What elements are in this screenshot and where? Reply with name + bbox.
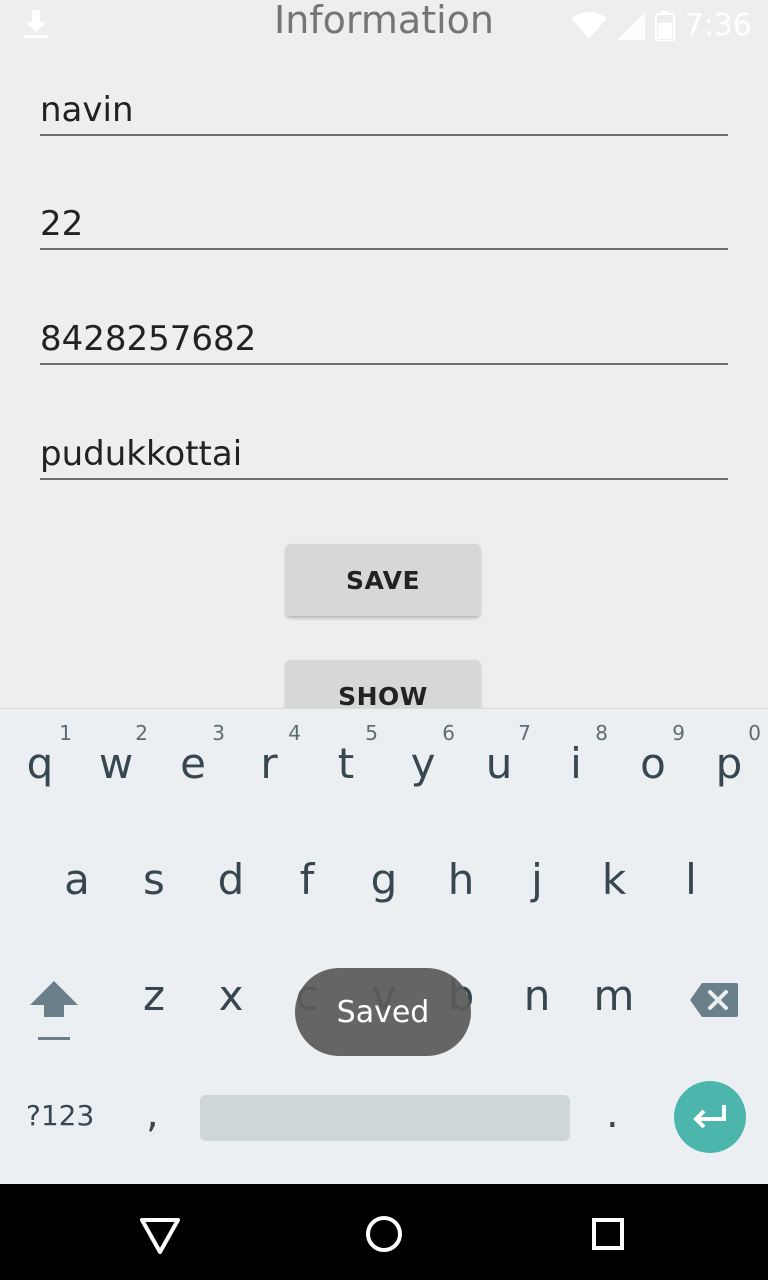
key-a[interactable]: a bbox=[39, 825, 115, 925]
key-w[interactable]: 2w bbox=[78, 709, 154, 809]
signal-icon bbox=[616, 11, 645, 40]
key-y[interactable]: 6y bbox=[385, 709, 461, 809]
backspace-icon[interactable] bbox=[688, 981, 740, 1019]
key-m[interactable]: m bbox=[576, 941, 652, 1041]
recents-icon[interactable] bbox=[586, 1212, 630, 1256]
soft-keyboard: 1q 2w 3e 4r 5t 6y 7u 8i 9o 0p a s d f g … bbox=[0, 708, 768, 1185]
enter-icon bbox=[693, 1105, 726, 1129]
city-field[interactable]: pudukkottai bbox=[40, 434, 728, 480]
key-k[interactable]: k bbox=[576, 825, 652, 925]
city-field-value: pudukkottai bbox=[40, 434, 243, 474]
age-field[interactable]: 22 bbox=[40, 204, 728, 250]
navigation-bar bbox=[0, 1184, 768, 1280]
age-field-value: 22 bbox=[40, 204, 84, 244]
key-i[interactable]: 8i bbox=[538, 709, 614, 809]
key-r[interactable]: 4r bbox=[231, 709, 307, 809]
battery-icon bbox=[654, 10, 675, 41]
wifi-icon bbox=[570, 11, 607, 39]
period-key[interactable]: . bbox=[606, 1091, 619, 1137]
symbols-key[interactable]: ?123 bbox=[26, 1099, 94, 1132]
comma-key[interactable]: , bbox=[146, 1091, 159, 1137]
toast-message: Saved bbox=[295, 968, 471, 1056]
enter-key[interactable] bbox=[674, 1081, 746, 1153]
key-d[interactable]: d bbox=[193, 825, 269, 925]
home-icon[interactable] bbox=[362, 1212, 406, 1256]
key-e[interactable]: 3e bbox=[155, 709, 231, 809]
name-field[interactable]: navin bbox=[40, 90, 728, 136]
phone-field-value: 8428257682 bbox=[40, 319, 257, 359]
key-x[interactable]: x bbox=[193, 941, 269, 1041]
phone-field[interactable]: 8428257682 bbox=[40, 319, 728, 365]
back-icon[interactable] bbox=[138, 1212, 182, 1256]
key-g[interactable]: g bbox=[346, 825, 422, 925]
key-q[interactable]: 1q bbox=[2, 709, 78, 809]
shift-icon[interactable] bbox=[28, 979, 80, 1043]
key-p[interactable]: 0p bbox=[691, 709, 767, 809]
key-o[interactable]: 9o bbox=[615, 709, 691, 809]
key-t[interactable]: 5t bbox=[308, 709, 384, 809]
save-button[interactable]: SAVE bbox=[286, 544, 480, 616]
key-f[interactable]: f bbox=[269, 825, 345, 925]
key-z[interactable]: z bbox=[116, 941, 192, 1041]
name-field-value: navin bbox=[40, 90, 134, 130]
key-h[interactable]: h bbox=[423, 825, 499, 925]
key-s[interactable]: s bbox=[116, 825, 192, 925]
status-bar: Information 7:36 bbox=[0, 0, 768, 44]
status-time: 7:36 bbox=[684, 8, 752, 43]
key-l[interactable]: l bbox=[653, 825, 729, 925]
space-bar[interactable] bbox=[200, 1095, 570, 1141]
key-u[interactable]: 7u bbox=[461, 709, 537, 809]
key-n[interactable]: n bbox=[499, 941, 575, 1041]
key-j[interactable]: j bbox=[499, 825, 575, 925]
